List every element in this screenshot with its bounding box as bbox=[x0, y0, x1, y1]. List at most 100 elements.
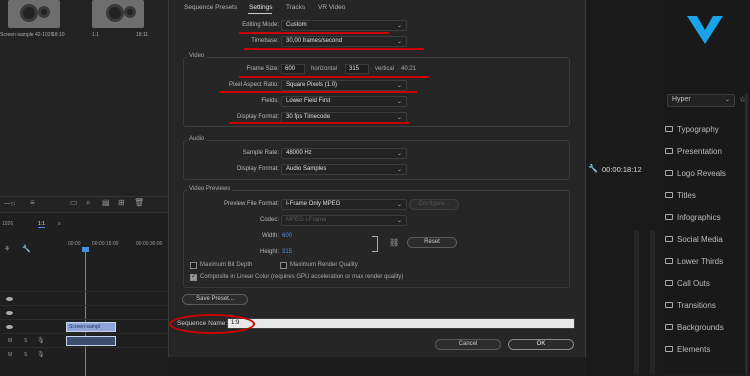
eye-icon[interactable] bbox=[6, 325, 13, 329]
tab-vr-video[interactable]: VR Video bbox=[318, 4, 345, 11]
video-clip[interactable]: Screen-sampl bbox=[66, 322, 116, 332]
timeline-menu-icon[interactable]: ≡ bbox=[58, 221, 61, 227]
wrench-icon[interactable]: 🔧 bbox=[22, 245, 31, 253]
wrench-icon[interactable]: 🔧 bbox=[588, 164, 598, 173]
category-infographics[interactable]: Infographics bbox=[665, 213, 721, 222]
category-dropdown[interactable]: Hyper ⌄ bbox=[667, 94, 735, 107]
folder-icon bbox=[665, 258, 673, 264]
category-titles[interactable]: Titles bbox=[665, 191, 696, 200]
video-track-2 bbox=[0, 305, 168, 319]
link-bracket bbox=[372, 236, 378, 252]
folder-icon bbox=[665, 280, 673, 286]
width-value[interactable]: 600 bbox=[282, 233, 292, 239]
chevron-down-icon: ⌄ bbox=[396, 83, 402, 89]
eye-icon[interactable] bbox=[6, 297, 13, 301]
mic-icon[interactable]: 🎙 bbox=[37, 351, 45, 358]
category-logo-reveals[interactable]: Logo Reveals bbox=[665, 169, 726, 178]
frame-size-label: Frame Size: bbox=[246, 66, 279, 72]
sample-rate-label: Sample Rate: bbox=[242, 150, 279, 156]
height-value[interactable]: 315 bbox=[282, 249, 292, 255]
horizontal-label: horizontal bbox=[311, 66, 338, 72]
sort-icon[interactable]: ≡ bbox=[30, 198, 35, 207]
timecode-mid: 00:00:15:00 bbox=[92, 241, 119, 247]
delete-icon[interactable]: 🗑 bbox=[134, 198, 144, 207]
project-toolbar: ⏤○ ≡ ▭ ⌕ ▤ ⊞ 🗑 bbox=[0, 196, 168, 210]
slider-icon[interactable]: ⏤○ bbox=[4, 199, 15, 209]
pixel-aspect-label: Pixel Aspect Ratio: bbox=[228, 82, 279, 88]
sample-rate-select[interactable]: 48000 Hz ⌄ bbox=[281, 148, 407, 159]
category-presentation[interactable]: Presentation bbox=[665, 147, 722, 156]
max-render-quality-checkbox[interactable] bbox=[280, 262, 287, 269]
configure-button[interactable]: Configure... bbox=[409, 199, 459, 210]
cancel-button[interactable]: Cancel bbox=[435, 339, 501, 350]
folder-icon bbox=[665, 302, 673, 308]
timebase-select[interactable]: 30,00 frames/second ⌄ bbox=[281, 36, 407, 47]
sequence-name-input[interactable]: 1:9 bbox=[227, 318, 575, 329]
solo-button[interactable]: S bbox=[24, 338, 27, 344]
folder-icon bbox=[665, 214, 673, 220]
timecode-start: 00:00 bbox=[68, 241, 81, 247]
category-social-media[interactable]: Social Media bbox=[665, 235, 723, 244]
editing-mode-select[interactable]: Custom ⌄ bbox=[281, 20, 407, 31]
category-call-outs[interactable]: Call Outs bbox=[665, 279, 710, 288]
chevron-down-icon: ⌄ bbox=[396, 218, 402, 224]
timeline-tab-left[interactable]: 1026 bbox=[2, 221, 13, 227]
folder-icon bbox=[665, 148, 673, 154]
pixel-aspect-select[interactable]: Square Pixels (1.0) ⌄ bbox=[281, 80, 407, 91]
audio-track-2: M S 🎙 bbox=[0, 347, 168, 361]
audio-clip[interactable] bbox=[66, 336, 116, 346]
mute-button[interactable]: M bbox=[8, 338, 12, 344]
aspect-ratio-value: 40:21 bbox=[401, 66, 417, 72]
search-icon[interactable]: ⌕ bbox=[86, 198, 90, 208]
folder-icon bbox=[665, 170, 673, 176]
chevron-down-icon: ⌄ bbox=[396, 202, 402, 208]
snap-icon[interactable]: ⚘ bbox=[4, 245, 10, 253]
reset-button[interactable]: Reset bbox=[407, 237, 457, 248]
mute-button[interactable]: M bbox=[8, 352, 12, 358]
annotation-underline bbox=[219, 91, 417, 93]
playhead-handle[interactable] bbox=[82, 247, 89, 252]
monitor-timecode[interactable]: 00:00:18:12 bbox=[602, 165, 642, 174]
scrollbar[interactable] bbox=[745, 93, 748, 375]
link-icon[interactable]: ⛓ bbox=[389, 238, 399, 247]
preview-format-label: Preview File Format: bbox=[223, 201, 279, 207]
tab-tracks[interactable]: Tracks bbox=[286, 4, 305, 11]
audio-meter bbox=[634, 230, 639, 375]
category-backgrounds[interactable]: Backgrounds bbox=[665, 323, 724, 332]
timebase-label: Timebase: bbox=[251, 38, 279, 44]
codec-label: Codec: bbox=[259, 217, 279, 223]
new-bin-icon[interactable]: ▭ bbox=[70, 198, 78, 207]
preview-format-select[interactable]: I-Frame Only MPEG ⌄ bbox=[281, 199, 407, 210]
category-transitions[interactable]: Transitions bbox=[665, 301, 716, 310]
frame-width-input[interactable]: 600 bbox=[281, 64, 305, 74]
tab-settings[interactable]: Settings bbox=[249, 4, 273, 11]
mic-icon[interactable]: 🎙 bbox=[37, 337, 45, 344]
solo-button[interactable]: S bbox=[24, 352, 27, 358]
tab-sequence-presets[interactable]: Sequence Presets bbox=[184, 4, 237, 11]
fields-select[interactable]: Lower Field First ⌄ bbox=[281, 96, 407, 107]
save-preset-button[interactable]: Save Preset... bbox=[182, 294, 248, 305]
folder-icon bbox=[665, 236, 673, 242]
category-lower-thirds[interactable]: Lower Thirds bbox=[665, 257, 723, 266]
folder-icon[interactable]: ▤ bbox=[102, 198, 110, 207]
category-elements[interactable]: Elements bbox=[665, 345, 710, 354]
linear-color-checkbox[interactable] bbox=[190, 273, 197, 281]
sequence-thumbnail[interactable] bbox=[92, 0, 144, 28]
clip-label: Screen-sampl bbox=[69, 324, 100, 330]
clip-thumbnail[interactable] bbox=[8, 0, 60, 28]
folder-icon bbox=[665, 346, 673, 352]
ok-button[interactable]: OK bbox=[508, 339, 574, 350]
audio-display-format-select[interactable]: Audio Samples ⌄ bbox=[281, 164, 407, 175]
category-typography[interactable]: Typography bbox=[665, 125, 719, 134]
codec-select[interactable]: MPEG I-Frame ⌄ bbox=[281, 215, 407, 226]
frame-height-input[interactable]: 315 bbox=[345, 64, 369, 74]
chevron-down-icon: ⌄ bbox=[396, 115, 402, 121]
annotation-underline bbox=[239, 76, 429, 78]
audio-section-title: Audio bbox=[187, 136, 207, 142]
new-item-icon[interactable]: ⊞ bbox=[118, 198, 125, 207]
timeline-tab[interactable]: 1:1 bbox=[38, 221, 45, 228]
max-bit-depth-checkbox[interactable] bbox=[190, 262, 197, 269]
annotation-underline bbox=[229, 122, 409, 124]
eye-icon[interactable] bbox=[6, 311, 13, 315]
annotation-circle bbox=[169, 314, 255, 334]
